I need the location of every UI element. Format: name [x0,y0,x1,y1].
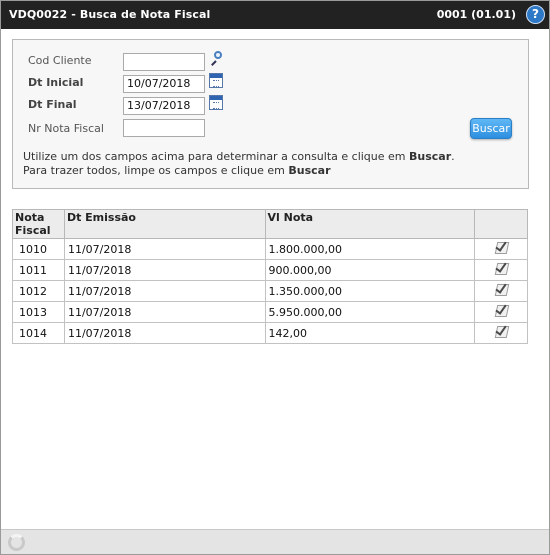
company-code: 0001 (01.01) [436,8,516,21]
results-table: Nota Fiscal Dt Emissão Vl Nota 1010 11/0… [12,209,528,344]
cell-nota: 1011 [12,259,65,281]
cell-nota: 1012 [12,280,65,302]
cell-dt-emissao: 11/07/2018 [63,238,266,260]
dt-inicial-input[interactable]: 10/07/2018 [123,75,205,93]
column-header-actions [474,209,528,239]
cell-action [474,259,528,281]
cell-vl-nota: 900.000,00 [264,259,476,281]
table-header-row: Nota Fiscal Dt Emissão Vl Nota [12,209,528,239]
window-title: VDQ0022 - Busca de Nota Fiscal [9,8,211,21]
nr-nota-fiscal-input[interactable] [123,119,205,137]
cell-vl-nota: 5.950.000,00 [264,301,476,323]
title-bar: VDQ0022 - Busca de Nota Fiscal 0001 (01.… [1,1,549,29]
cod-cliente-label: Cod Cliente [28,54,92,67]
cell-action [474,238,528,260]
cell-vl-nota: 1.800.000,00 [264,238,476,260]
check-document-icon[interactable] [492,260,510,277]
nr-nota-fiscal-label: Nr Nota Fiscal [28,122,104,135]
table-row[interactable]: 1010 11/07/2018 1.800.000,00 [12,238,528,260]
cell-action [474,301,528,323]
dt-final-input[interactable]: 13/07/2018 [123,97,205,115]
filter-panel: Cod Cliente Dt Inicial 10/07/2018 Dt Fin… [12,39,529,189]
check-document-icon[interactable] [492,281,510,298]
hint-line-2-bold: Buscar [288,164,331,177]
status-bar [1,529,549,554]
hint-line-2-text: Para trazer todos, limpe os campos e cli… [23,164,289,177]
search-icon-lens [214,51,222,59]
table-row[interactable]: 1012 11/07/2018 1.350.000,00 [12,280,528,302]
help-icon[interactable]: ? [526,5,545,24]
cell-vl-nota: 1.350.000,00 [264,280,476,302]
column-header-dt-emissao[interactable]: Dt Emissão [63,209,266,239]
search-icon[interactable] [209,51,223,66]
hint-line-1-end: . [451,150,455,163]
table-row[interactable]: 1013 11/07/2018 5.950.000,00 [12,301,528,323]
check-document-icon[interactable] [492,239,510,256]
hint-line-2: Para trazer todos, limpe os campos e cli… [23,164,331,177]
column-header-nota-fiscal[interactable]: Nota Fiscal [12,209,65,239]
search-button[interactable]: Buscar [470,118,512,139]
calendar-icon[interactable] [209,95,223,110]
cell-action [474,280,528,302]
cell-action [474,322,528,344]
calendar-icon[interactable] [209,73,223,88]
cell-dt-emissao: 11/07/2018 [63,322,266,344]
dt-final-label: Dt Final [28,98,77,111]
loading-spinner-icon [8,534,25,551]
cell-nota: 1013 [12,301,65,323]
table-row[interactable]: 1011 11/07/2018 900.000,00 [12,259,528,281]
check-document-icon[interactable] [492,302,510,319]
cell-nota: 1014 [12,322,65,344]
cell-nota: 1010 [12,238,65,260]
search-icon-handle [211,60,217,66]
cod-cliente-input[interactable] [123,53,205,71]
hint-line-1-bold: Buscar [409,150,452,163]
column-header-vl-nota[interactable]: Vl Nota [264,209,476,239]
check-document-icon[interactable] [492,323,510,340]
hint-line-1-text: Utilize um dos campos acima para determi… [23,150,409,163]
cell-dt-emissao: 11/07/2018 [63,259,266,281]
cell-vl-nota: 142,00 [264,322,476,344]
dt-inicial-label: Dt Inicial [28,76,84,89]
table-row[interactable]: 1014 11/07/2018 142,00 [12,322,528,344]
hint-line-1: Utilize um dos campos acima para determi… [23,150,455,163]
cell-dt-emissao: 11/07/2018 [63,280,266,302]
app-window: VDQ0022 - Busca de Nota Fiscal 0001 (01.… [0,0,550,555]
cell-dt-emissao: 11/07/2018 [63,301,266,323]
